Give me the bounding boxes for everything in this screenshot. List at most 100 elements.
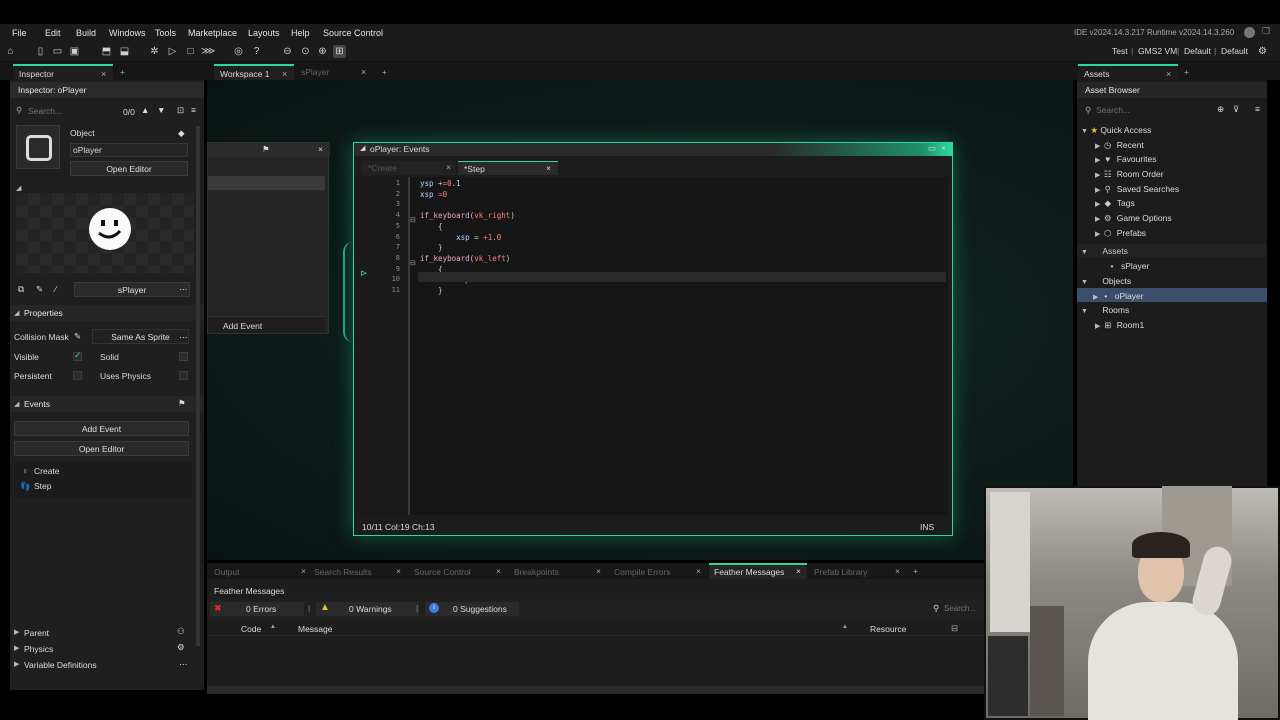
save-icon[interactable]: ▣ — [68, 45, 81, 58]
code-line[interactable]: if_keyboard(vk_left) — [420, 254, 510, 263]
code-line[interactable]: } — [420, 286, 443, 295]
menu-tools[interactable]: Tools — [155, 28, 176, 38]
expand-icon[interactable]: ▶ — [14, 628, 19, 636]
uses-physics-checkbox[interactable] — [179, 371, 188, 380]
col-resource[interactable]: Resource — [870, 624, 906, 634]
add-tab-icon[interactable]: + — [1178, 64, 1189, 80]
stop-icon[interactable]: □ — [184, 45, 197, 58]
tab-splayer[interactable]: sPlayer × — [295, 64, 375, 80]
asset-splayer[interactable]: • sPlayer — [1107, 261, 1150, 271]
close-icon[interactable]: × — [941, 143, 946, 153]
expand-icon[interactable]: ▶ — [14, 644, 19, 652]
close-icon[interactable]: × — [895, 566, 900, 576]
code-line[interactable]: xsp = +1.0 — [420, 233, 501, 242]
suggestions-filter[interactable]: i 0 Suggestions — [425, 602, 519, 616]
run-icon[interactable]: ▷ — [166, 45, 179, 58]
warnings-filter[interactable]: ▲ 0 Warnings — [316, 602, 419, 616]
build-icon[interactable]: ⬒ — [100, 45, 113, 58]
persistent-checkbox[interactable] — [73, 371, 82, 380]
zoom-out-icon[interactable]: ⊖ — [281, 45, 294, 58]
tab-prefab-library[interactable]: Prefab Library — [814, 567, 867, 577]
open-editor-button[interactable]: Open Editor — [70, 161, 188, 176]
visible-checkbox[interactable]: ✓ — [73, 350, 82, 361]
collapse-icon[interactable]: ◢ — [360, 144, 365, 152]
create-exe-icon[interactable]: ⬓ — [118, 45, 131, 58]
feather-search-input[interactable] — [944, 602, 984, 615]
close-icon[interactable]: × — [696, 566, 701, 576]
more-icon[interactable]: ⋯ — [179, 659, 188, 670]
close-icon[interactable]: × — [446, 162, 451, 172]
rooms-folder[interactable]: ▼ Rooms — [1081, 305, 1129, 315]
col-message[interactable]: Message — [298, 624, 333, 634]
code-line[interactable]: xsp =0 — [420, 190, 447, 199]
flag-icon[interactable]: ⚑ — [262, 144, 270, 155]
add-tab-icon[interactable]: + — [114, 64, 125, 80]
add-tab-icon[interactable]: + — [913, 566, 918, 576]
home-icon[interactable]: ⌂ — [4, 45, 17, 58]
account-icon[interactable] — [1244, 27, 1255, 38]
collision-mask-select[interactable]: Same As Sprite — [92, 329, 189, 344]
object-name-field[interactable]: oPlayer — [70, 143, 188, 157]
code-line[interactable]: { — [420, 222, 443, 231]
tab-search-results[interactable]: Search Results — [314, 567, 372, 577]
target-config[interactable]: Test — [1112, 46, 1128, 56]
close-icon[interactable]: × — [496, 566, 501, 576]
qa-favourites[interactable]: ▶ ♥ Favourites — [1095, 154, 1156, 164]
filter-icon[interactable]: ⊽ — [1233, 104, 1239, 115]
code-line[interactable]: } — [420, 243, 443, 252]
menu-build[interactable]: Build — [76, 28, 96, 38]
qa-tags[interactable]: ▶ ◆ Tags — [1095, 198, 1135, 209]
new-project-icon[interactable]: ▯ — [34, 45, 47, 58]
zoom-reset-icon[interactable]: ⊙ — [299, 45, 312, 58]
target-platform[interactable]: Default — [1221, 46, 1248, 56]
expand-icon[interactable]: ▶ — [14, 660, 19, 668]
close-icon[interactable]: × — [596, 566, 601, 576]
sort-icon[interactable]: ▲ — [270, 624, 276, 630]
menu-marketplace[interactable]: Marketplace — [188, 28, 237, 38]
edit-mask-icon[interactable]: ✎ — [74, 331, 81, 342]
window-restore-icon[interactable]: ❐ — [1262, 26, 1270, 37]
parent-label[interactable]: Parent — [24, 628, 49, 638]
more-icon[interactable]: ⋯ — [179, 332, 188, 343]
menu-source-control[interactable]: Source Control — [323, 28, 383, 38]
inspector-search-input[interactable] — [28, 104, 118, 118]
event-step[interactable]: 👣 Step — [20, 481, 52, 492]
brush-icon[interactable]: ⁄ — [55, 284, 56, 294]
add-tab-icon[interactable]: + — [376, 64, 387, 80]
qa-recent[interactable]: ▶ ◷ Recent — [1095, 140, 1144, 151]
code-line[interactable]: if_keyboard(vk_right) — [420, 211, 515, 220]
add-event-button[interactable]: Add Event — [223, 321, 262, 331]
bottom-splitter[interactable] — [207, 686, 984, 694]
code-area[interactable]: 1 ysp +=0.1 2 xsp =0 3 4 if_keyboard(vk_right)… — [358, 177, 948, 515]
parent-icon[interactable]: ⚇ — [177, 626, 185, 637]
tab-inspector[interactable]: Inspector × — [13, 64, 113, 80]
add-asset-icon[interactable]: ⊕ — [1217, 104, 1224, 115]
close-icon[interactable]: × — [796, 566, 801, 576]
more-icon[interactable]: ⋯ — [179, 284, 188, 295]
tab-assets[interactable]: Assets × — [1078, 64, 1178, 80]
target-vm[interactable]: GMS2 VM — [1138, 46, 1177, 56]
fold-icon[interactable]: ⊟ — [410, 259, 416, 267]
collapse-icon[interactable]: ◢ — [14, 400, 19, 408]
asset-search-input[interactable] — [1096, 103, 1206, 117]
fold-icon[interactable]: ⊟ — [410, 216, 416, 224]
target-icon[interactable]: ◎ — [232, 45, 245, 58]
close-icon[interactable]: × — [301, 566, 306, 576]
tab-breakpoints[interactable]: Breakpoints — [514, 567, 559, 577]
menu-icon[interactable]: ≡ — [191, 105, 196, 115]
collapse-icon[interactable]: ◢ — [14, 309, 19, 317]
asset-room1[interactable]: ▶ ⊞ Room1 — [1095, 320, 1144, 331]
lock-icon[interactable]: ⊡ — [177, 105, 184, 116]
menu-windows[interactable]: Windows — [109, 28, 146, 38]
tag-icon[interactable]: ◆ — [178, 128, 185, 139]
variable-definitions-label[interactable]: Variable Definitions — [24, 660, 97, 670]
tab-create[interactable]: *Create × — [362, 161, 456, 175]
errors-filter[interactable]: ✖ 0 Errors — [210, 602, 304, 616]
new-sprite-icon[interactable]: ✎ — [36, 284, 43, 295]
flag-icon[interactable]: ⚑ — [178, 398, 186, 409]
zoom-in-icon[interactable]: ⊕ — [316, 45, 329, 58]
events-header[interactable]: Events — [10, 396, 204, 412]
asset-oplayer-selected[interactable]: ▶ • oPlayer — [1077, 288, 1267, 302]
close-icon[interactable]: × — [361, 64, 366, 80]
physics-label[interactable]: Physics — [24, 644, 53, 654]
